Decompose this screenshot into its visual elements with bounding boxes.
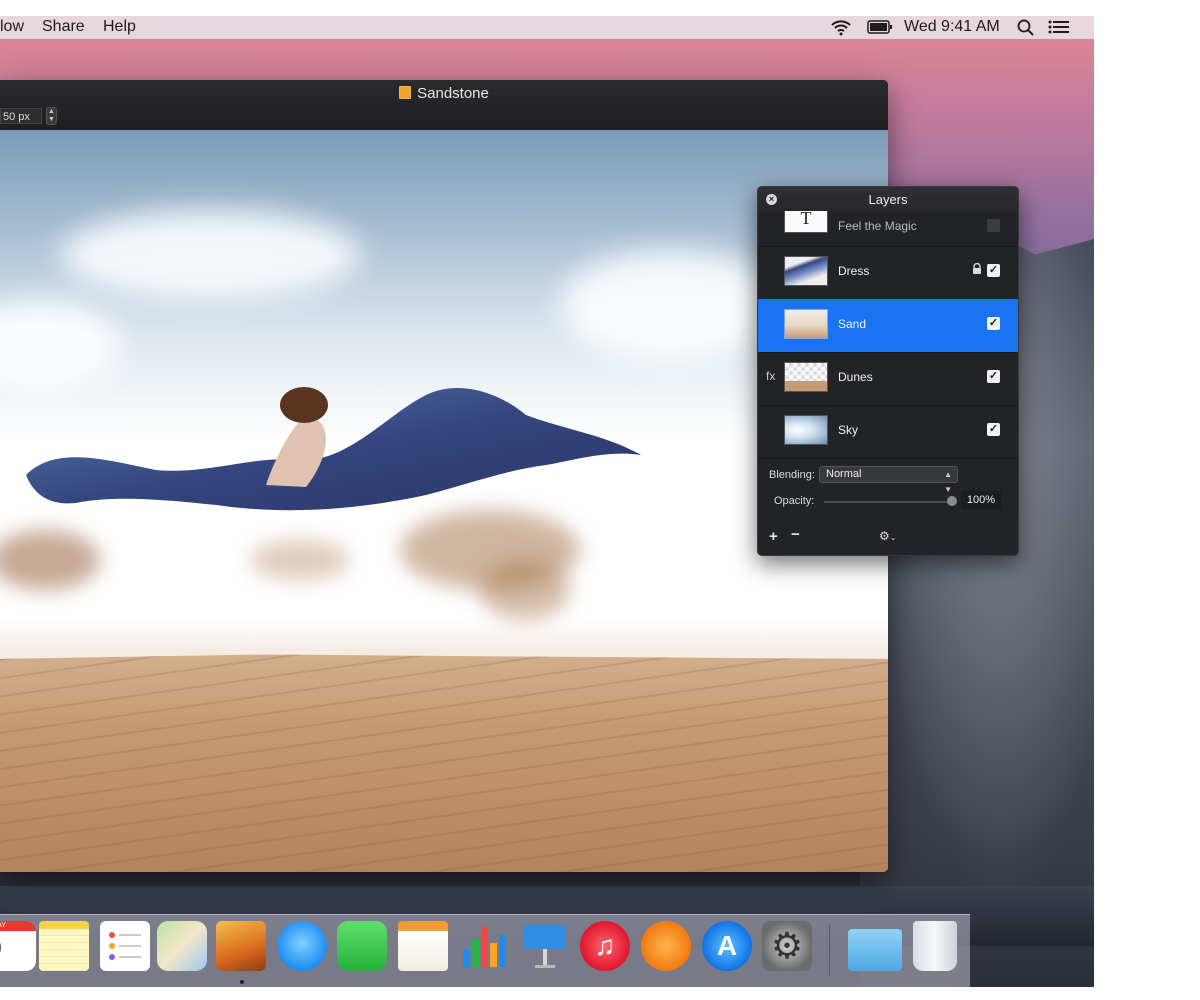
image-canvas[interactable] [0, 130, 888, 872]
layer-visibility-checkbox[interactable]: ✓ [987, 317, 1000, 330]
layer-thumbnail [784, 415, 828, 445]
layer-row-dress[interactable]: Dress ✓ [758, 246, 1018, 300]
notification-center-icon[interactable] [1048, 20, 1070, 40]
numbers-icon[interactable] [459, 921, 509, 971]
layer-effects-indicator[interactable]: fx [766, 369, 775, 383]
lock-icon[interactable] [972, 262, 982, 278]
layer-thumbnail [784, 309, 828, 339]
messages-icon[interactable] [277, 921, 327, 971]
system-preferences-icon[interactable]: ⚙ [762, 921, 812, 971]
maps-icon[interactable] [157, 921, 207, 971]
ibooks-icon[interactable] [641, 921, 691, 971]
document-window: Sandstone 50 px ▲ ▼ [0, 80, 888, 872]
wifi-icon[interactable] [830, 18, 852, 41]
pages-icon[interactable] [398, 921, 448, 971]
keynote-icon[interactable] [520, 921, 570, 971]
opacity-slider-track[interactable] [824, 501, 952, 503]
menu-window[interactable]: low [0, 18, 24, 36]
facetime-icon[interactable] [337, 921, 387, 971]
trash-icon[interactable] [913, 921, 957, 971]
title-bar[interactable]: Sandstone 50 px ▲ ▼ [0, 80, 888, 131]
desktop: low Share Help Wed 9:41 AM Sandstone 50 … [0, 16, 1094, 987]
notes-icon[interactable] [39, 921, 89, 971]
sand-dust-cloud [250, 540, 350, 580]
opacity-value-field[interactable]: 100% [961, 491, 1001, 509]
dock: AY 9 ♫ A ⚙ [0, 914, 970, 987]
blending-label: Blending: [769, 469, 815, 481]
menu-help[interactable]: Help [103, 18, 136, 36]
window-title: Sandstone [0, 85, 888, 102]
layer-visibility-checkbox[interactable] [987, 219, 1000, 232]
sand-dunes [0, 654, 888, 872]
layer-thumbnail [784, 256, 828, 286]
chevron-updown-icon: ▲ ▼ [944, 470, 952, 494]
layer-row-feel-the-magic[interactable]: T Feel the Magic [758, 193, 1018, 247]
spotlight-search-icon[interactable] [1017, 19, 1035, 42]
app-store-icon[interactable]: A [702, 921, 752, 971]
opacity-label: Opacity: [774, 495, 815, 507]
remove-layer-button[interactable]: − [791, 526, 800, 543]
blending-mode-select[interactable]: Normal ▲ ▼ [819, 466, 958, 494]
layer-name[interactable]: Sand [838, 317, 866, 331]
reminders-icon[interactable] [100, 921, 150, 971]
sand-dust-cloud [480, 560, 570, 620]
blending-mode-value: Normal [826, 468, 862, 480]
brush-size-field[interactable]: 50 px [0, 108, 42, 124]
layer-name[interactable]: Dress [838, 264, 869, 278]
layer-row-sky[interactable]: Sky ✓ [758, 405, 1018, 459]
menu-bar: low Share Help Wed 9:41 AM [0, 16, 1094, 39]
running-app-indicator [240, 980, 244, 984]
layer-visibility-checkbox[interactable]: ✓ [987, 264, 1000, 277]
layer-thumbnail [784, 362, 828, 392]
downloads-folder-icon[interactable] [848, 929, 902, 971]
flying-fabric-figure [26, 387, 641, 511]
window-title-text: Sandstone [417, 85, 489, 102]
sand-dust-cloud [0, 530, 100, 590]
canvas-cloud [60, 210, 360, 300]
canvas-cloud [560, 250, 780, 360]
battery-icon[interactable] [867, 19, 893, 40]
opacity-slider-knob[interactable] [947, 496, 957, 506]
calendar-day: 9 [0, 931, 36, 965]
menu-clock[interactable]: Wed 9:41 AM [904, 18, 1000, 36]
layer-name[interactable]: Feel the Magic [838, 219, 917, 233]
layer-row-sand[interactable]: Sand ✓ [758, 299, 1018, 353]
add-layer-button[interactable]: + [769, 528, 778, 545]
calendar-icon[interactable]: AY 9 [0, 921, 36, 971]
layers-panel: × Layers T Feel the Magic Dress ✓ Sand ✓… [757, 186, 1019, 556]
layer-name[interactable]: Dunes [838, 370, 873, 384]
layer-row-dunes[interactable]: fx Dunes ✓ [758, 352, 1018, 406]
calendar-month: AY [0, 921, 36, 931]
layer-visibility-checkbox[interactable]: ✓ [987, 370, 1000, 383]
brush-size-stepper[interactable]: ▲ ▼ [46, 107, 57, 125]
gear-icon[interactable]: ⚙⌄ [879, 529, 896, 543]
layer-visibility-checkbox[interactable]: ✓ [987, 423, 1000, 436]
layer-name[interactable]: Sky [838, 423, 858, 437]
text-layer-thumbnail: T [784, 209, 828, 233]
menu-share[interactable]: Share [42, 18, 85, 36]
pixelmator-icon[interactable] [216, 921, 266, 971]
dock-divider [829, 925, 830, 977]
document-icon [399, 86, 412, 99]
itunes-icon[interactable]: ♫ [580, 921, 630, 971]
